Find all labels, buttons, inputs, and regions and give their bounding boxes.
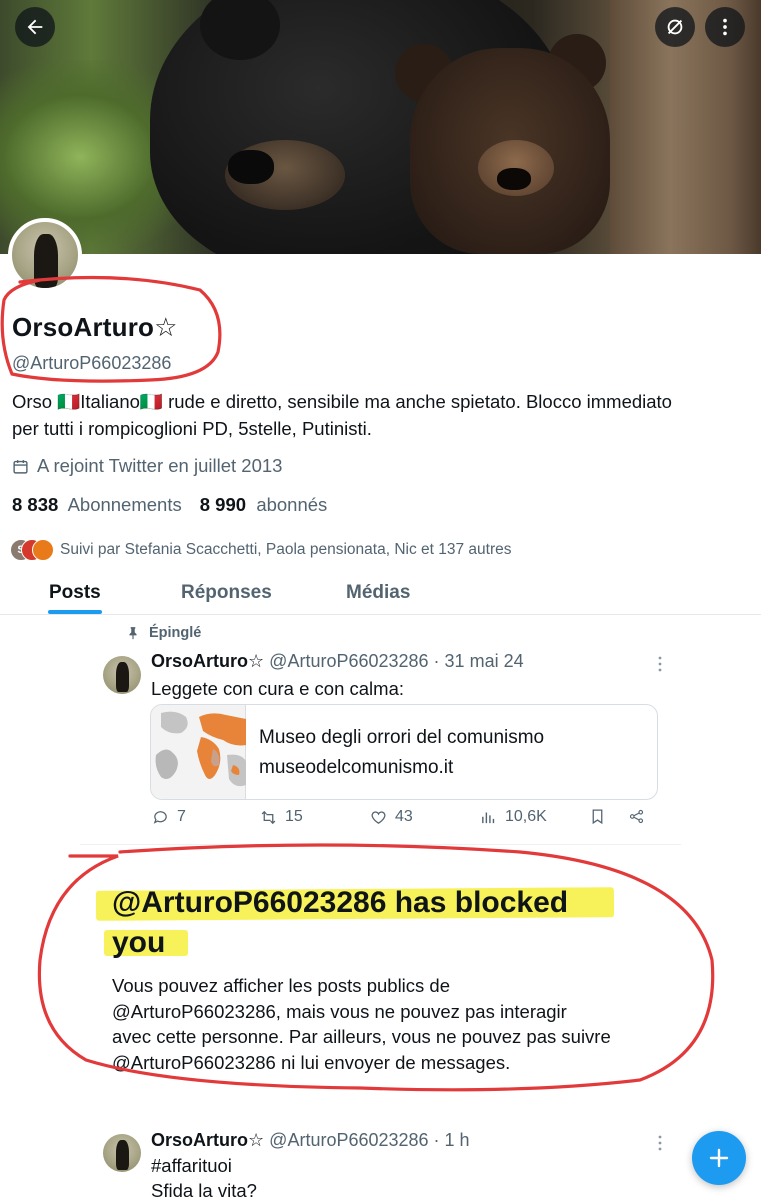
profile-banner[interactable] <box>0 0 761 254</box>
followed-by[interactable]: S Suivi par Stefania Scacchetti, Paola p… <box>10 539 512 561</box>
pinned-label: Épinglé <box>126 625 201 641</box>
profile-bio: Orso 🇮🇹Italiano🇮🇹 rude e diretto, sensib… <box>12 388 752 442</box>
banner-cub-nose <box>497 168 531 190</box>
banner-adult-bear-nose <box>228 150 274 184</box>
like-count: 43 <box>395 808 413 825</box>
more-vertical-icon <box>723 18 727 36</box>
profile-avatar[interactable] <box>8 218 82 292</box>
like-icon <box>371 810 386 824</box>
calendar-icon <box>13 459 28 474</box>
profile-handle: @ArturoP66023286 <box>12 353 172 373</box>
retweet-count: 15 <box>285 808 303 825</box>
share-icon <box>629 809 644 824</box>
tweet-actions: 7 15 43 10,6K <box>152 808 652 832</box>
tab-media[interactable]: Médias <box>346 582 410 604</box>
grok-button[interactable] <box>655 7 695 47</box>
profile-name-star: ☆ <box>154 312 178 342</box>
reply-icon <box>153 810 167 824</box>
blocked-desc-line-2: @ArturoP66023286, mais vous ne pouvez pa… <box>112 1000 567 1022</box>
join-date-text: A rejoint Twitter en juillet 2013 <box>37 455 283 476</box>
profile-tabs: Posts Réponses Médias <box>0 574 761 615</box>
second-tweet-text: #affarituoi Sfida la vita? <box>151 1153 257 1200</box>
tweet-handle-date: @ArturoP66023286 · 31 mai 24 <box>269 651 524 671</box>
link-card-title: Museo degli orrori del comunismo <box>259 727 545 748</box>
retweet-icon <box>261 810 276 824</box>
reply-button[interactable]: 7 <box>152 808 186 826</box>
tab-replies[interactable]: Réponses <box>181 582 272 604</box>
tweet-more-icon[interactable] <box>656 655 664 673</box>
bio-line-2: per tutti i rompicoglioni PD, 5stelle, P… <box>12 418 372 439</box>
second-tweet-author-avatar[interactable] <box>103 1134 141 1172</box>
profile-name: OrsoArturo☆ <box>12 312 178 343</box>
blocked-notice-title: @ArturoP66023286 has blocked you <box>112 883 632 963</box>
reply-count: 7 <box>177 808 186 825</box>
bookmark-button[interactable] <box>589 808 606 825</box>
blocked-desc-line-1: Vous pouvez afficher les posts publics d… <box>112 975 451 996</box>
more-button[interactable] <box>705 7 745 47</box>
tweet-divider <box>80 844 681 845</box>
views-icon <box>482 812 495 823</box>
followers-count: 8 990 <box>199 494 247 515</box>
second-tweet-line-2: Sfida la vita? <box>151 1180 257 1200</box>
second-tweet-line-1: #affarituoi <box>151 1155 232 1176</box>
blocked-title-line-2: you <box>112 926 166 959</box>
avatar-bear-figure <box>34 234 58 288</box>
second-tweet-more-icon[interactable] <box>656 1134 664 1152</box>
pin-icon <box>129 627 137 640</box>
tweet-text: Leggete con cura e con calma: <box>151 678 404 699</box>
bio-line-1: Orso 🇮🇹Italiano🇮🇹 rude e diretto, sensib… <box>12 391 672 412</box>
following-count: 8 838 <box>12 494 59 515</box>
tweet-avatar-figure <box>116 662 129 692</box>
tab-posts[interactable]: Posts <box>49 582 101 604</box>
blocked-desc-line-3: avec cette personne. Par ailleurs, vous … <box>112 1026 611 1048</box>
join-date: A rejoint Twitter en juillet 2013 <box>12 455 282 477</box>
followed-by-text: Suivi par Stefania Scacchetti, Paola pen… <box>60 541 512 558</box>
following-link[interactable]: 8 838 Abonnements <box>12 494 182 516</box>
bookmark-icon <box>592 809 603 825</box>
second-tweet-author-name[interactable]: OrsoArturo☆ <box>151 1130 264 1150</box>
active-tab-indicator <box>48 610 102 614</box>
like-button[interactable]: 43 <box>370 808 413 826</box>
followers-link[interactable]: 8 990 abonnés <box>200 494 328 516</box>
tweet-header: OrsoArturo☆ @ArturoP66023286 · 31 mai 24 <box>151 651 524 672</box>
follower-avatars: S <box>10 539 54 561</box>
followers-label: abonnés <box>256 494 328 515</box>
world-map-icon <box>155 711 246 787</box>
link-card-map-thumbnail <box>151 705 246 799</box>
share-button[interactable] <box>628 808 645 825</box>
back-arrow-icon <box>27 19 43 35</box>
tweet-author-avatar[interactable] <box>103 656 141 694</box>
blocked-desc-line-4: @ArturoP66023286 ni lui envoyer de messa… <box>112 1051 511 1073</box>
link-card[interactable]: Museo degli orrori del comunismo museode… <box>150 704 658 800</box>
tweet-author-name[interactable]: OrsoArturo☆ <box>151 651 264 671</box>
back-button[interactable] <box>15 7 55 47</box>
following-label: Abonnements <box>67 494 182 515</box>
compose-plus-icon <box>709 1148 729 1168</box>
pinned-text: Épinglé <box>149 625 202 641</box>
follow-stats: 8 838 Abonnements 8 990 abonnés <box>12 494 327 516</box>
grok-icon <box>667 19 683 35</box>
link-card-domain: museodelcomunismo.it <box>259 757 454 778</box>
views-button[interactable]: 10,6K <box>480 808 547 826</box>
views-count: 10,6K <box>505 808 547 825</box>
second-tweet-header: OrsoArturo☆ @ArturoP66023286 · 1 h <box>151 1130 470 1151</box>
blocked-notice-description: Vous pouvez afficher les posts publics d… <box>112 973 672 1075</box>
profile-name-text: OrsoArturo <box>12 312 155 342</box>
compose-button[interactable] <box>692 1131 746 1185</box>
second-tweet-avatar-figure <box>116 1140 129 1170</box>
follower-avatar-3 <box>32 539 54 561</box>
second-tweet-handle-date: @ArturoP66023286 · 1 h <box>269 1130 470 1150</box>
blocked-title-line-1: @ArturoP66023286 has blocked <box>112 886 569 919</box>
retweet-button[interactable]: 15 <box>260 808 303 826</box>
